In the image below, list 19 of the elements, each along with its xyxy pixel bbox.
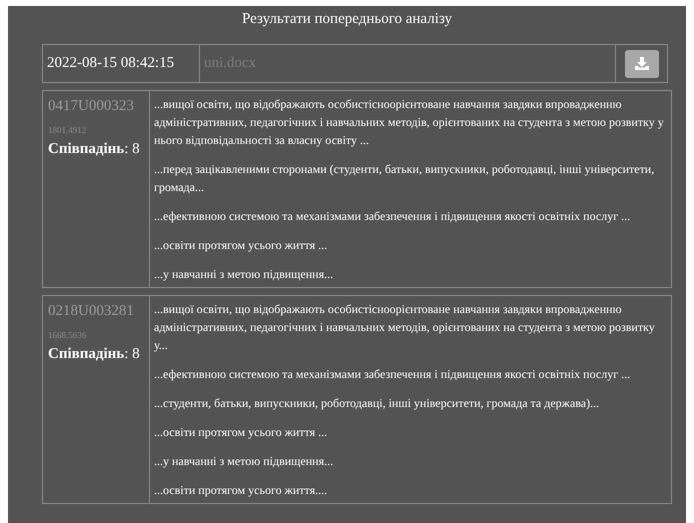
page-title: Результати попереднього аналізу xyxy=(241,10,453,29)
matched-snippet: ...ефективною системою та механізмами забезпечення і підвищення якості освітніх послуг ... xyxy=(154,208,632,225)
matched-snippet: ...освіти протягом усього життя.... xyxy=(154,482,328,499)
record-code: 0417U000323 xyxy=(48,97,135,116)
matched-snippet: ...освіти протягом усього життя ... xyxy=(154,424,328,441)
match-count: Співпадінь: 8 xyxy=(48,345,141,364)
date-time: 2022-08-15 08:42:15 xyxy=(43,45,200,82)
match-count: Співпадінь: 8 xyxy=(48,140,141,159)
matched-snippet: ...у навчанні з метою підвищення... xyxy=(154,453,334,470)
download-button[interactable] xyxy=(624,50,658,78)
download-icon xyxy=(634,57,648,70)
matched-snippet: ...у навчанні з метою підвищення... xyxy=(154,266,334,283)
matched-snippet: ...перед зацікавленими сторонами (студенти, батьки, випускники, роботодавці, інші університети, громада... xyxy=(154,161,656,196)
matched-snippet: ...вищої освіти, що відображають особистісноорієнтоване навчання завдяки впровадженню адміністративних, педагогічних і навчальних методів, орієнтованих на студента з метою розвитку у... xyxy=(154,301,656,354)
matched-snippet: ...вищої освіти, що відображають особистісноорієнтоване навчання завдяки впровадженню адміністративних, педагогічних і навчальних методів, орієнтованих на студента з метою розвитку у нього відповідальності за власну освіту ... xyxy=(154,96,665,149)
matched-snippet: ...студенти, батьки, випускники, роботодавці, інші університети, громада та держава)... xyxy=(154,395,600,412)
matched-snippet: ...ефективною системою та механізмами забезпечення і підвищення якості освітніх послуг ... xyxy=(154,366,632,383)
record-code: 0218U003281 xyxy=(48,302,135,321)
matched-snippet: ...освіти протягом усього життя ... xyxy=(154,237,328,254)
